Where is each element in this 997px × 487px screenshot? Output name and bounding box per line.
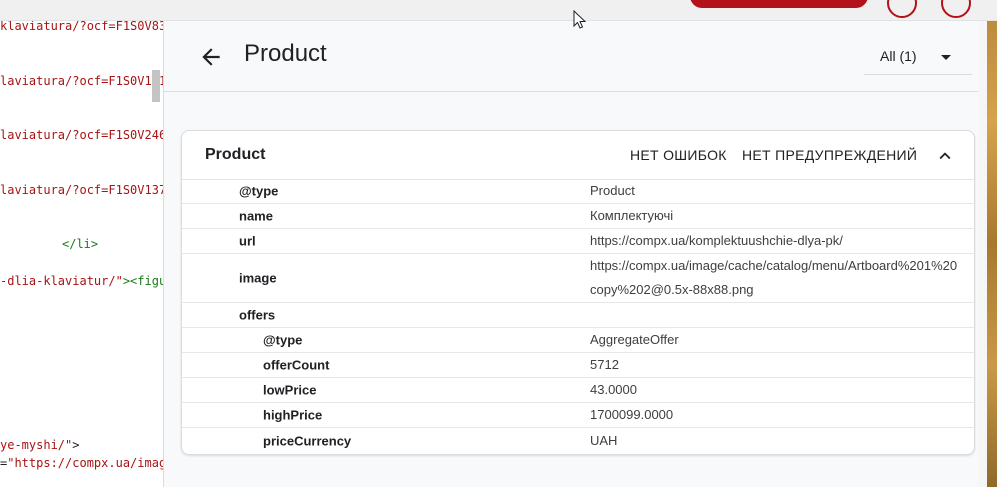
property-row: image https://compx.ua/image/cache/catal…: [182, 254, 974, 303]
top-circle-button[interactable]: [887, 0, 917, 18]
property-value: https://compx.ua/komplektuushchie-dlya-p…: [590, 233, 843, 248]
property-value: 43.0000: [590, 382, 637, 397]
property-row: @type AggregateOffer: [182, 328, 974, 353]
desktop-background-strip: [987, 0, 997, 487]
property-value: AggregateOffer: [590, 332, 679, 347]
property-row: offers: [182, 303, 974, 328]
property-key: @type: [239, 183, 279, 199]
page-title: Product: [244, 40, 327, 67]
property-row: priceCurrency UAH: [182, 428, 974, 453]
property-key: offers: [239, 307, 276, 323]
warnings-status: НЕТ ПРЕДУПРЕЖДЕНИЙ: [742, 147, 918, 163]
card-title: Product: [205, 146, 266, 163]
property-key: image: [239, 270, 277, 286]
code-line: laviatura/?ocf=F1S0V137: [0, 183, 164, 197]
property-key: offerCount: [263, 357, 330, 373]
property-value: 5712: [590, 357, 619, 372]
property-row: highPrice 1700099.0000: [182, 403, 974, 428]
code-line: laviatura/?ocf=F1S0V246: [0, 128, 164, 142]
code-line: -dlia-klaviatur/"><figu: [0, 274, 164, 288]
back-button[interactable]: [198, 44, 224, 70]
collapse-button[interactable]: [934, 145, 956, 167]
property-value: 1700099.0000: [590, 407, 674, 422]
structured-data-panel: Product All (1) Product НЕТ ОШИБОК НЕТ П…: [164, 20, 978, 487]
property-key: @type: [263, 332, 303, 348]
panel-header: Product All (1): [164, 20, 978, 92]
property-row: @type Product: [182, 179, 974, 204]
property-value: Комплектуючі: [590, 208, 674, 223]
property-value: https://compx.ua/image/cache/catalog/men…: [590, 258, 958, 297]
code-line: ye-myshi/">: [0, 438, 80, 452]
item-filter-select[interactable]: All (1): [864, 40, 972, 75]
property-value: UAH: [590, 432, 618, 448]
product-item-card: Product НЕТ ОШИБОК НЕТ ПРЕДУПРЕЖДЕНИЙ @t…: [181, 130, 975, 455]
source-code-pane: klaviatura/?ocf=F1S0V832 laviatura/?ocf=…: [0, 0, 164, 487]
property-key: highPrice: [263, 407, 323, 423]
code-line: </li>: [62, 237, 99, 251]
property-value: Product: [590, 183, 635, 198]
property-key: lowPrice: [263, 382, 317, 398]
arrow-left-icon: [202, 48, 220, 66]
code-line: ="https://compx.ua/imag: [0, 456, 164, 470]
top-circle-button[interactable]: [941, 0, 971, 18]
property-key: url: [239, 233, 256, 249]
panel-scrollbar[interactable]: [978, 20, 987, 487]
code-scrollbar-thumb[interactable]: [152, 70, 160, 102]
property-row: lowPrice 43.0000: [182, 378, 974, 403]
property-row: offerCount 5712: [182, 353, 974, 378]
caret-down-icon: [941, 55, 951, 60]
card-header[interactable]: Product НЕТ ОШИБОК НЕТ ПРЕДУПРЕЖДЕНИЙ: [182, 131, 974, 180]
property-key: priceCurrency: [263, 433, 352, 448]
top-action-button[interactable]: [690, 0, 868, 8]
property-row: url https://compx.ua/komplektuushchie-dl…: [182, 229, 974, 254]
top-toolbar: [0, 0, 997, 21]
errors-status: НЕТ ОШИБОК: [630, 147, 727, 163]
property-row: name Комплектуючі: [182, 204, 974, 229]
filter-select-value: All (1): [880, 48, 917, 64]
mouse-pointer-icon: [573, 10, 587, 29]
property-key: name: [239, 208, 273, 224]
code-line: laviatura/?ocf=F1S0V141: [0, 74, 164, 88]
chevron-up-icon: [939, 152, 951, 160]
